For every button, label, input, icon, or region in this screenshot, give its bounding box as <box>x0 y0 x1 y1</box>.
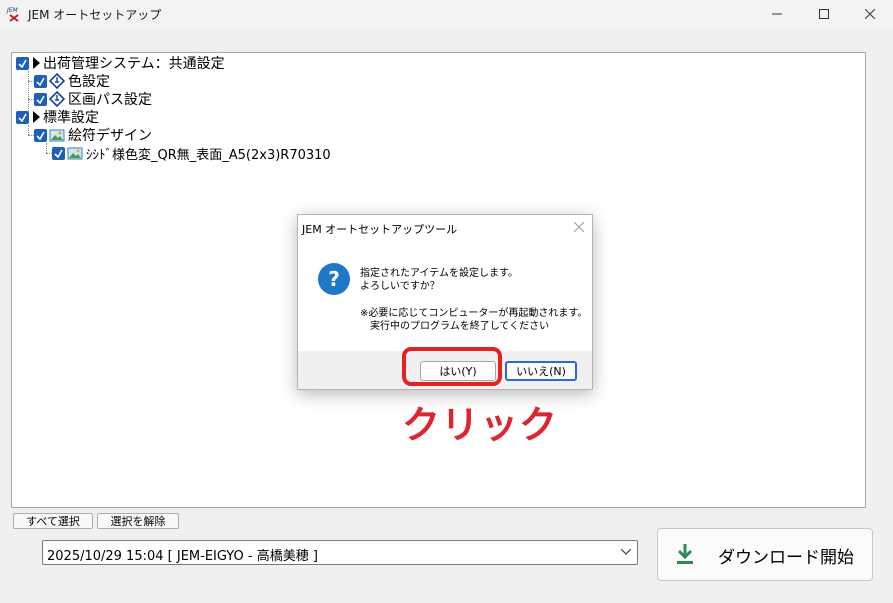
tree-item-label: 色設定 <box>68 74 110 90</box>
svg-text:JEM: JEM <box>6 7 19 14</box>
tree-item-zone-path-settings[interactable]: 区画パス設定 <box>34 90 152 108</box>
minimize-icon <box>772 13 782 15</box>
checkbox[interactable] <box>16 110 29 124</box>
version-select-value: 2025/10/29 15:04 [ JEM-EIGYO - 高橋美穂 ] <box>47 549 318 564</box>
dialog-title: JEM オートセットアップツール <box>302 223 458 236</box>
deselect-button[interactable]: 選択を解除 <box>97 513 179 529</box>
tree-item-label: 区画パス設定 <box>68 92 152 108</box>
picture-icon <box>67 147 83 160</box>
tree-item-standard-settings[interactable]: 標準設定 <box>16 108 99 126</box>
dialog-message-line: よろしいですか？ <box>360 281 440 292</box>
close-icon <box>865 9 875 19</box>
maximize-icon <box>819 9 829 19</box>
deselect-label: 選択を解除 <box>110 515 166 528</box>
checkbox[interactable] <box>34 92 47 106</box>
check-icon <box>36 95 45 104</box>
tree-item-label: 絵符デザイン <box>68 128 152 144</box>
settings-diamond-icon <box>49 73 65 89</box>
tree-connector <box>46 143 47 153</box>
expand-arrow-icon[interactable] <box>33 57 40 69</box>
tree-item-label-design[interactable]: 絵符デザイン <box>34 126 152 144</box>
maximize-button[interactable] <box>801 0 847 28</box>
picture-icon <box>49 129 65 142</box>
dialog-message-line: 実行中のプログラムを終了してください <box>370 321 550 332</box>
tree-item-design-file[interactable]: ｼｼﾄﾞ様色変_QR無_表面_A5(2x3)R70310 <box>52 144 331 163</box>
tree-item-label: ｼｼﾄﾞ様色変_QR無_表面_A5(2x3)R70310 <box>86 147 331 163</box>
chevron-down-icon <box>621 549 631 555</box>
title-bar: JEM JEM オートセットアップ <box>0 0 893 28</box>
question-icon: ? <box>318 263 350 295</box>
checkbox[interactable] <box>34 128 47 142</box>
click-highlight-box <box>402 347 502 386</box>
no-button-label: いいえ(N) <box>516 365 566 378</box>
window-title: JEM オートセットアップ <box>28 8 162 22</box>
check-icon <box>54 149 63 158</box>
download-start-button[interactable]: ダウンロード開始 <box>657 528 873 581</box>
download-icon <box>677 544 693 564</box>
tree-item-label: 標準設定 <box>43 110 99 126</box>
close-icon[interactable] <box>574 222 584 232</box>
tree-connector <box>28 71 29 111</box>
check-icon <box>36 77 45 86</box>
settings-diamond-icon <box>49 91 65 107</box>
click-annotation: クリック <box>402 403 559 447</box>
select-all-label: すべて選択 <box>26 515 80 528</box>
no-button[interactable]: いいえ(N) <box>505 361 577 381</box>
checkbox[interactable] <box>52 146 65 160</box>
tree-item-label: 出荷管理システム：共通設定 <box>43 56 225 72</box>
version-select[interactable]: 2025/10/29 15:04 [ JEM-EIGYO - 高橋美穂 ] <box>42 540 638 565</box>
download-start-label: ダウンロード開始 <box>718 548 854 568</box>
checkbox[interactable] <box>34 74 47 88</box>
tree-connector <box>28 125 29 135</box>
expand-arrow-icon[interactable] <box>33 111 40 123</box>
jem-logo-icon: JEM <box>6 7 19 22</box>
close-button[interactable] <box>847 0 893 28</box>
tree-item-color-settings[interactable]: 色設定 <box>34 72 110 90</box>
tree-item-shipping-common[interactable]: 出荷管理システム：共通設定 <box>16 54 225 72</box>
minimize-button[interactable] <box>754 0 800 28</box>
select-all-button[interactable]: すべて選択 <box>13 513 93 529</box>
check-icon <box>18 113 27 122</box>
check-icon <box>18 59 27 68</box>
check-icon <box>36 131 45 140</box>
checkbox[interactable] <box>16 56 29 70</box>
